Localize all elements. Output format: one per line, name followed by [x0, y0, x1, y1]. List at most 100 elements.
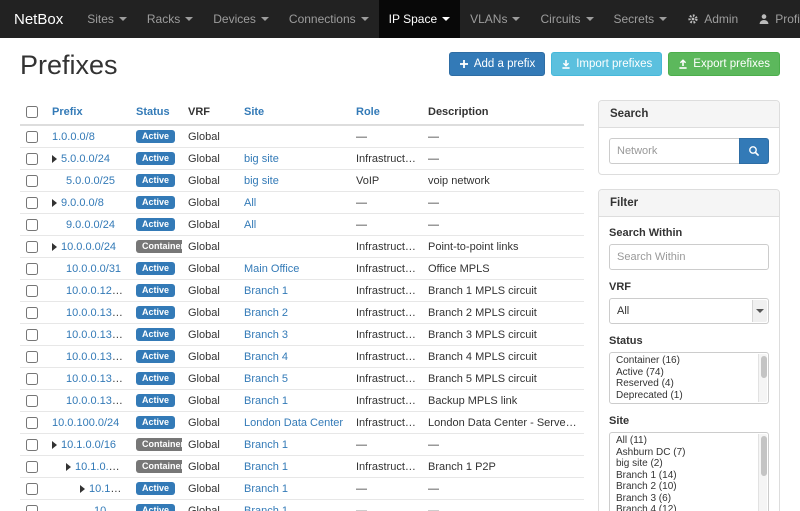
site-link[interactable]: Branch 2 [244, 307, 288, 319]
select-all-checkbox[interactable] [26, 106, 38, 118]
prefix-link[interactable]: 10.0.0.132/31 [66, 329, 130, 341]
filter-option[interactable]: Ashburn DC (7) [610, 447, 756, 459]
caret-right-icon[interactable] [80, 485, 85, 493]
filter-option[interactable]: Branch 2 (10) [610, 481, 756, 493]
row-checkbox[interactable] [26, 483, 38, 495]
scrollbar[interactable] [758, 354, 767, 402]
nav-item-ip-space[interactable]: IP Space [379, 0, 460, 38]
filter-option[interactable]: Container (16) [610, 355, 756, 367]
app-brand[interactable]: NetBox [0, 0, 77, 38]
filter-option[interactable]: Branch 4 (12) [610, 504, 756, 511]
search-button[interactable] [739, 138, 769, 164]
site-link[interactable]: Main Office [244, 263, 299, 275]
site-link[interactable]: Branch 1 [244, 285, 288, 297]
row-checkbox[interactable] [26, 285, 38, 297]
nav-item-secrets[interactable]: Secrets [604, 0, 678, 38]
row-checkbox[interactable] [26, 417, 38, 429]
site-link[interactable]: Branch 1 [244, 483, 288, 495]
select-dropdown-strip[interactable] [752, 300, 767, 322]
prefix-link[interactable]: 10.0.0.130/31 [66, 307, 130, 319]
row-checkbox[interactable] [26, 197, 38, 209]
row-checkbox[interactable] [26, 131, 38, 143]
row-checkbox[interactable] [26, 263, 38, 275]
row-checkbox[interactable] [26, 439, 38, 451]
nav-item-circuits[interactable]: Circuits [530, 0, 603, 38]
row-checkbox[interactable] [26, 395, 38, 407]
caret-right-icon[interactable] [52, 199, 57, 207]
site-link[interactable]: Branch 1 [244, 461, 288, 473]
add-prefix-button[interactable]: Add a prefix [449, 52, 545, 76]
filter-option[interactable]: Active (74) [610, 367, 756, 379]
export-prefixes-button[interactable]: Export prefixes [668, 52, 780, 76]
row-checkbox[interactable] [26, 505, 38, 511]
prefix-link[interactable]: 10.1.0.0/24 [75, 461, 130, 473]
row-checkbox[interactable] [26, 307, 38, 319]
prefix-link[interactable]: 10.1.0.0/26 [94, 505, 130, 511]
checkbox-cell [20, 302, 46, 324]
nav-profile[interactable]: Profile [748, 0, 800, 38]
filter-option[interactable]: big site (2) [610, 458, 756, 470]
row-checkbox[interactable] [26, 175, 38, 187]
prefix-link[interactable]: 10.0.0.136/31 [66, 373, 130, 385]
site-link[interactable]: Branch 1 [244, 505, 288, 511]
prefix-link[interactable]: 10.0.100.0/24 [52, 417, 119, 429]
nav-item-sites[interactable]: Sites [77, 0, 137, 38]
scrollbar[interactable] [758, 434, 767, 511]
prefix-link[interactable]: 10.0.0.138/31 [66, 395, 130, 407]
column-header-role[interactable]: Role [350, 100, 422, 125]
prefix-link[interactable]: 10.1.0.0/25 [89, 483, 130, 495]
filter-option[interactable]: All (11) [610, 435, 756, 447]
row-checkbox[interactable] [26, 329, 38, 341]
import-prefixes-button[interactable]: Import prefixes [551, 52, 662, 76]
prefix-link[interactable]: 1.0.0.0/8 [52, 131, 95, 143]
column-header-status[interactable]: Status [130, 100, 182, 125]
row-checkbox[interactable] [26, 373, 38, 385]
prefix-link[interactable]: 10.0.0.134/31 [66, 351, 130, 363]
caret-right-icon[interactable] [52, 441, 57, 449]
nav-item-vlans[interactable]: VLANs [460, 0, 530, 38]
site-link[interactable]: big site [244, 175, 279, 187]
prefix-link[interactable]: 10.0.0.128/31 [66, 285, 130, 297]
row-checkbox[interactable] [26, 153, 38, 165]
row-checkbox[interactable] [26, 351, 38, 363]
site-link[interactable]: All [244, 197, 256, 209]
scrollbar-thumb[interactable] [761, 356, 767, 378]
prefix-link[interactable]: 5.0.0.0/25 [66, 175, 115, 187]
nav-item-devices[interactable]: Devices [203, 0, 279, 38]
search-input[interactable] [609, 138, 739, 164]
filter-option[interactable]: Branch 1 (14) [610, 470, 756, 482]
site-link[interactable]: Branch 5 [244, 373, 288, 385]
filter-select-vrf[interactable]: All [609, 298, 769, 324]
column-header-prefix[interactable]: Prefix [46, 100, 130, 125]
prefix-link[interactable]: 10.0.0.0/31 [66, 263, 121, 275]
site-link[interactable]: Branch 1 [244, 395, 288, 407]
prefix-link[interactable]: 10.1.0.0/16 [61, 439, 116, 451]
role-cell: — [350, 434, 422, 456]
column-header-site[interactable]: Site [238, 100, 350, 125]
nav-item-racks[interactable]: Racks [137, 0, 203, 38]
site-link[interactable]: Branch 3 [244, 329, 288, 341]
site-link[interactable]: Branch 4 [244, 351, 288, 363]
row-checkbox[interactable] [26, 241, 38, 253]
filter-option[interactable]: Reserved (4) [610, 378, 756, 390]
prefix-indent: 10.0.0.138/31 [52, 395, 130, 407]
nav-admin[interactable]: Admin [677, 0, 748, 38]
site-link[interactable]: London Data Center [244, 417, 343, 429]
caret-right-icon[interactable] [66, 463, 71, 471]
row-checkbox[interactable] [26, 219, 38, 231]
prefix-link[interactable]: 5.0.0.0/24 [61, 153, 110, 165]
site-link[interactable]: Branch 1 [244, 439, 288, 451]
site-link[interactable]: big site [244, 153, 279, 165]
filter-option[interactable]: Deprecated (1) [610, 390, 756, 402]
prefix-link[interactable]: 9.0.0.0/8 [61, 197, 104, 209]
filter-option[interactable]: Branch 3 (6) [610, 493, 756, 505]
caret-right-icon[interactable] [52, 155, 57, 163]
filter-input-search-within[interactable] [609, 244, 769, 270]
nav-item-connections[interactable]: Connections [279, 0, 379, 38]
scrollbar-thumb[interactable] [761, 436, 767, 476]
site-link[interactable]: All [244, 219, 256, 231]
prefix-link[interactable]: 9.0.0.0/24 [66, 219, 115, 231]
caret-right-icon[interactable] [52, 243, 57, 251]
prefix-link[interactable]: 10.0.0.0/24 [61, 241, 116, 253]
row-checkbox[interactable] [26, 461, 38, 473]
